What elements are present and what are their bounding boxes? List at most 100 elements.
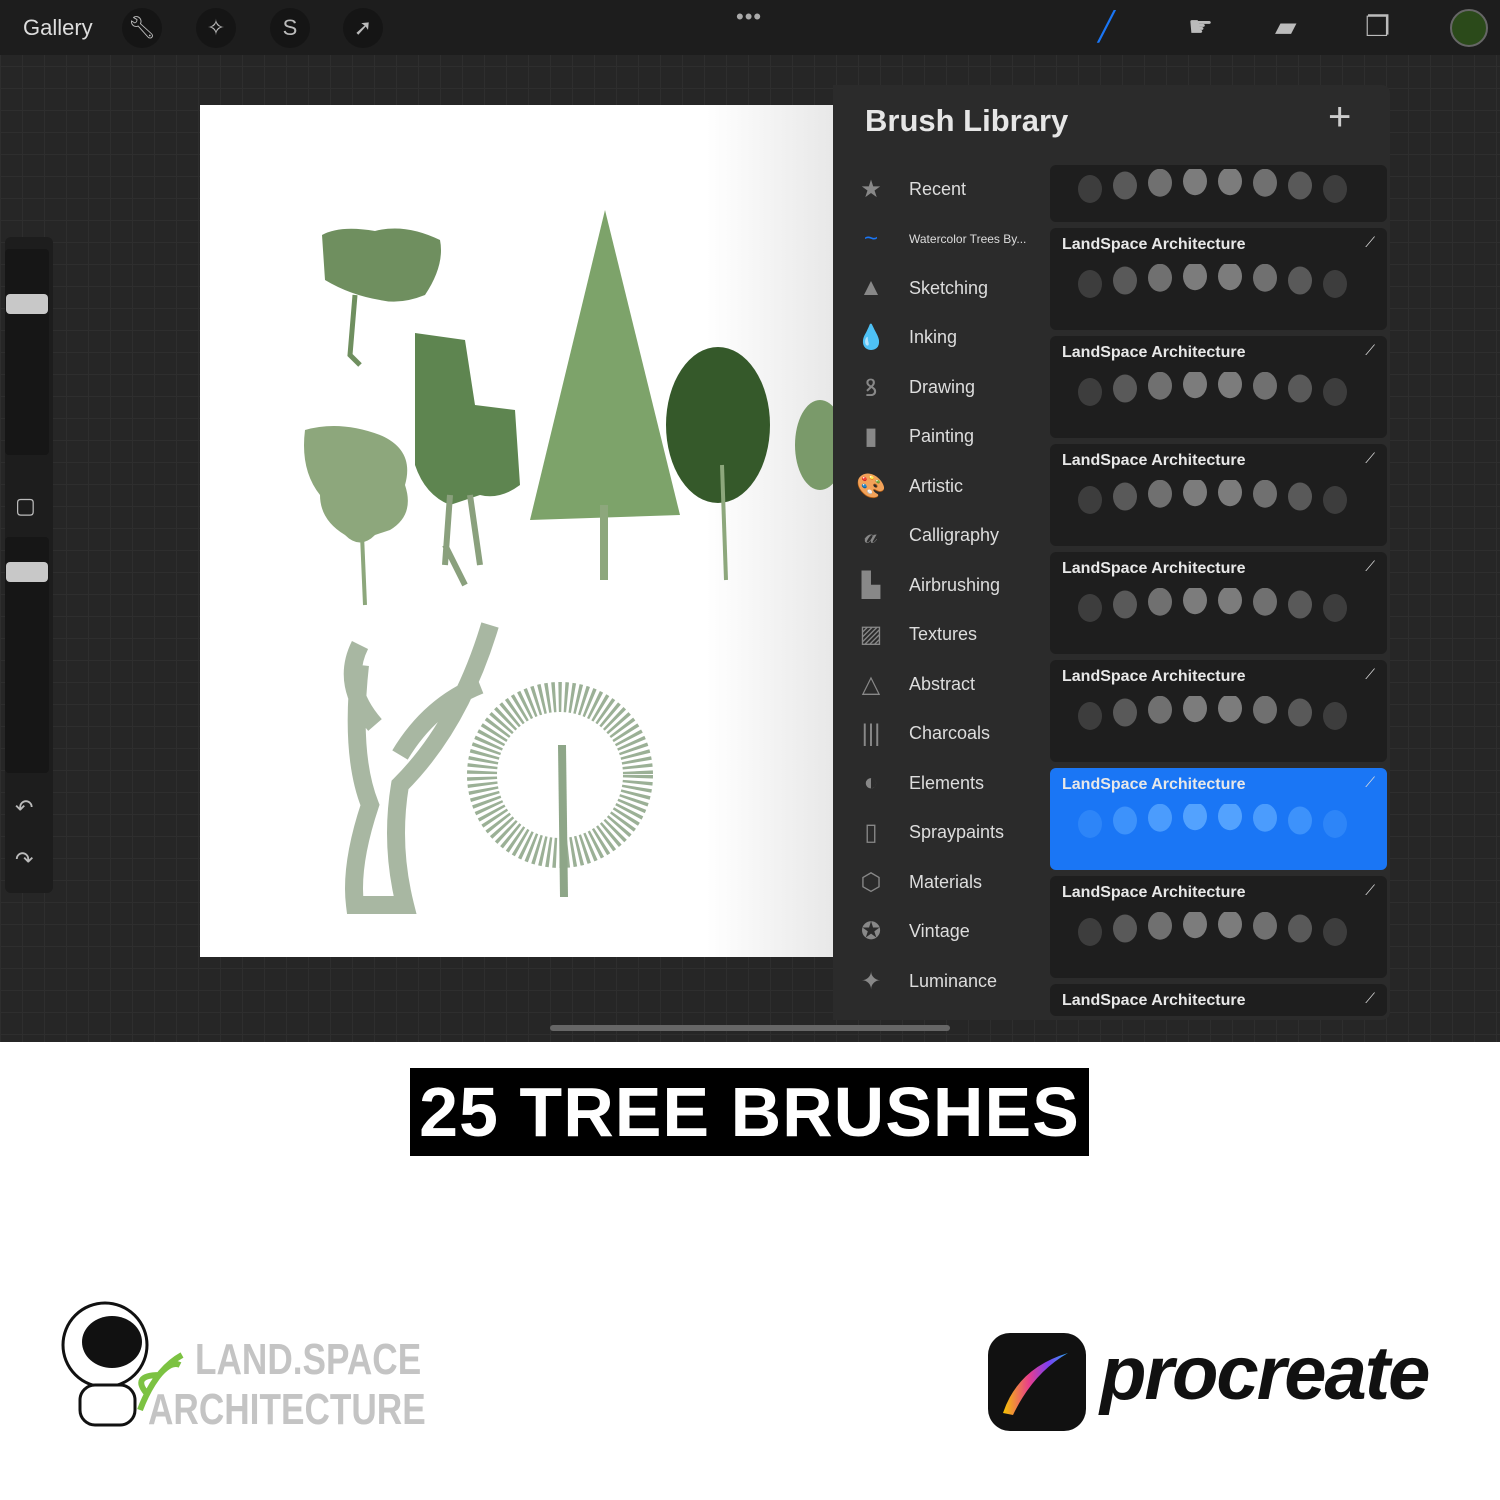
brush-stroke-preview	[1323, 270, 1347, 298]
eraser-icon[interactable]: ▰	[1275, 10, 1297, 43]
edit-brush-icon[interactable]: ⟋	[1365, 558, 1375, 575]
transform-arrow-icon[interactable]: ➚	[343, 8, 383, 48]
modify-square-icon[interactable]: ▢	[15, 493, 36, 519]
brush-stroke-preview	[1183, 588, 1207, 615]
category-icon: ✦	[860, 967, 882, 995]
edit-brush-icon[interactable]: ⟋	[1365, 882, 1375, 899]
category-label: Drawing	[909, 376, 976, 397]
edit-brush-icon[interactable]: ⟋	[1365, 450, 1375, 467]
brush-stroke-preview	[1323, 702, 1347, 730]
brush-card[interactable]: LandSpace Architecture ⟋	[1050, 660, 1387, 762]
slider-knob[interactable]	[6, 294, 48, 314]
category-label: Inking	[909, 327, 958, 347]
category-calligraphy[interactable]: 𝒶 Calligraphy	[833, 516, 1050, 556]
brush-stroke-preview	[1183, 372, 1207, 399]
category-icon: ⬡	[860, 868, 882, 896]
magic-wand-icon[interactable]: ✧	[196, 8, 236, 48]
top-toolbar: Gallery 🔧︎ ✧ S ➚ ••• ╱ ☛ ▰ ❐	[0, 0, 1500, 55]
category-recent[interactable]: ★ Recent	[833, 169, 1050, 209]
brush-stroke-preview	[1253, 912, 1277, 940]
brush-card[interactable]: LandSpace Architecture ⟋	[1050, 984, 1387, 1016]
category-label: Vintage	[909, 921, 970, 941]
brush-stroke-preview	[1078, 175, 1102, 203]
brush-stroke-preview	[1183, 804, 1207, 831]
category-sketching[interactable]: ▲ Sketching	[833, 268, 1050, 308]
category-artistic[interactable]: 🎨 Artistic	[833, 466, 1050, 506]
brush-card[interactable]: LandSpace Architecture ⟋	[1050, 444, 1387, 546]
category-label: Artistic	[909, 475, 963, 496]
category-vintage[interactable]: ✪ Vintage	[833, 912, 1050, 952]
category-label: Painting	[909, 426, 975, 446]
brush-card[interactable]	[1050, 165, 1387, 222]
brush-preview	[1078, 169, 1347, 203]
category-elements[interactable]: ◐ Elements	[833, 763, 1050, 803]
brush-card[interactable]: LandSpace Architecture ⟋	[1050, 552, 1387, 654]
category-label: Watercolor Trees By...	[909, 231, 1027, 246]
brush-stroke-preview	[1113, 171, 1137, 200]
slider-knob[interactable]	[6, 562, 48, 582]
brush-size-slider[interactable]	[5, 249, 49, 455]
procreate-app: Gallery 🔧︎ ✧ S ➚ ••• ╱ ☛ ▰ ❐ ▢ ↶ ↷ Brush…	[0, 0, 1500, 1042]
brush-name: LandSpace Architecture	[1062, 884, 1246, 901]
edit-brush-icon[interactable]: ⟋	[1365, 666, 1375, 683]
brush-preview	[1078, 696, 1347, 730]
category-label: Textures	[909, 624, 978, 644]
category-charcoals[interactable]: ||| Charcoals	[833, 714, 1050, 754]
layers-icon[interactable]: ❐	[1365, 10, 1390, 43]
add-brush-set-button[interactable]: +	[1328, 95, 1351, 140]
brush-stroke-preview	[1253, 372, 1277, 400]
category-icon: ▲	[859, 274, 883, 301]
brush-stroke-preview	[1078, 270, 1102, 298]
brush-name: LandSpace Architecture	[1062, 668, 1246, 685]
edit-brush-icon[interactable]: ⟋	[1365, 234, 1375, 251]
category-label: Luminance	[909, 970, 998, 991]
category-luminance[interactable]: ✦ Luminance	[833, 961, 1050, 1001]
category-label: Materials	[909, 871, 983, 892]
brush-card[interactable]: LandSpace Architecture ⟋	[1050, 228, 1387, 330]
brush-stroke-preview	[1078, 810, 1102, 838]
category-drawing[interactable]: ꝸ Drawing	[833, 367, 1050, 407]
gallery-button[interactable]: Gallery	[23, 15, 93, 41]
brush-name: LandSpace Architecture	[1062, 452, 1246, 469]
more-icon[interactable]: •••	[736, 4, 762, 30]
category-inking[interactable]: 💧 Inking	[833, 318, 1050, 358]
brush-stroke-preview	[1078, 594, 1102, 622]
brush-stroke-preview	[1113, 266, 1137, 295]
brush-name: LandSpace Architecture	[1062, 236, 1246, 253]
brush-stroke-preview	[1288, 698, 1312, 727]
category-materials[interactable]: ⬡ Materials	[833, 862, 1050, 902]
brush-stroke-preview	[1253, 804, 1277, 832]
home-indicator	[550, 1025, 950, 1031]
category-spraypaints[interactable]: ▯ Spraypaints	[833, 813, 1050, 853]
category-airbrushing[interactable]: ▙ Airbrushing	[833, 565, 1050, 605]
smudge-icon[interactable]: ☛	[1188, 10, 1213, 43]
brush-card[interactable]: LandSpace Architecture ⟋	[1050, 336, 1387, 438]
brush-stroke-preview	[1218, 264, 1242, 291]
category-painting[interactable]: ▮ Painting	[833, 417, 1050, 457]
color-swatch[interactable]	[1450, 9, 1488, 47]
opacity-slider[interactable]	[5, 537, 49, 773]
edit-brush-icon[interactable]: ⟋	[1365, 774, 1375, 791]
category-label: Charcoals	[909, 723, 991, 743]
brush-icon[interactable]: ╱	[1098, 10, 1115, 43]
redo-icon[interactable]: ↷	[15, 847, 33, 873]
brush-card[interactable]: LandSpace Architecture ⟋	[1050, 768, 1387, 870]
brush-stroke-preview	[1148, 264, 1172, 292]
selection-icon[interactable]: S	[270, 8, 310, 48]
tree-artwork	[304, 210, 845, 914]
category-textures[interactable]: ▨ Textures	[833, 615, 1050, 655]
brush-preview	[1078, 264, 1347, 298]
left-sidebar: ▢ ↶ ↷	[5, 237, 53, 893]
edit-brush-icon[interactable]: ⟋	[1365, 990, 1375, 1007]
category-watercolor[interactable]: ~ Watercolor Trees By...	[833, 219, 1050, 259]
drawing-canvas[interactable]	[200, 105, 845, 957]
logo-line-1: LAND.SPACE	[195, 1335, 422, 1384]
brush-card[interactable]: LandSpace Architecture ⟋	[1050, 876, 1387, 978]
brush-stroke-preview	[1113, 698, 1137, 727]
wrench-icon[interactable]: 🔧︎	[122, 8, 162, 48]
undo-icon[interactable]: ↶	[15, 795, 33, 821]
category-label: Elements	[909, 772, 985, 793]
procreate-app-icon	[988, 1333, 1086, 1431]
category-abstract[interactable]: △ Abstract	[833, 664, 1050, 704]
edit-brush-icon[interactable]: ⟋	[1365, 342, 1375, 359]
